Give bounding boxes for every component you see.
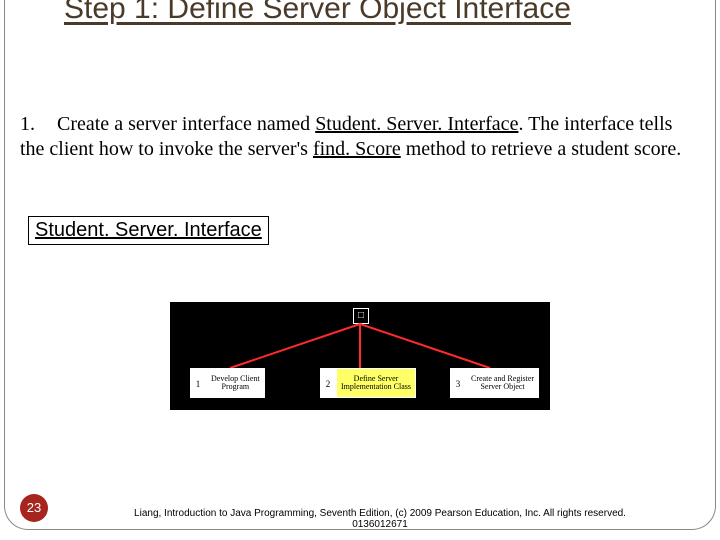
interface-link[interactable]: Student. Server. Interface — [28, 216, 269, 245]
slide: Step 1: Define Server Object Interface 1… — [0, 0, 720, 540]
diagram-node-3: 3 Create and Register Server Object — [450, 368, 539, 398]
list-number: 1. — [20, 112, 52, 137]
slide-title: Step 1: Define Server Object Interface — [64, 0, 664, 27]
body-text-1: Create a server interface named — [57, 113, 315, 135]
diagram-node-2: 2 Define Server Implementation Class — [320, 368, 416, 398]
diagram: □ 1 Develop Client Program 2 Define Serv… — [170, 302, 550, 410]
body-text-3: method to retrieve a student score. — [401, 138, 681, 160]
body-paragraph: 1. Create a server interface named Stude… — [20, 112, 700, 162]
page-number-badge: 23 — [20, 494, 48, 522]
diagram-node-1: 1 Develop Client Program — [190, 368, 265, 398]
diagram-node-3-label: Create and Register Server Object — [466, 368, 539, 398]
diagram-node-1-label: Develop Client Program — [206, 368, 265, 398]
diagram-node-2-label: Define Server Implementation Class — [336, 368, 416, 398]
diagram-node-2-num: 2 — [320, 368, 336, 398]
slide-frame — [4, 0, 716, 530]
diagram-node-1-num: 1 — [190, 368, 206, 398]
body-underline-2: find. Score — [313, 138, 401, 160]
footer-citation: Liang, Introduction to Java Programming,… — [130, 508, 630, 530]
diagram-node-3-num: 3 — [450, 368, 466, 398]
body-underline-1: Student. Server. Interface — [315, 113, 518, 135]
